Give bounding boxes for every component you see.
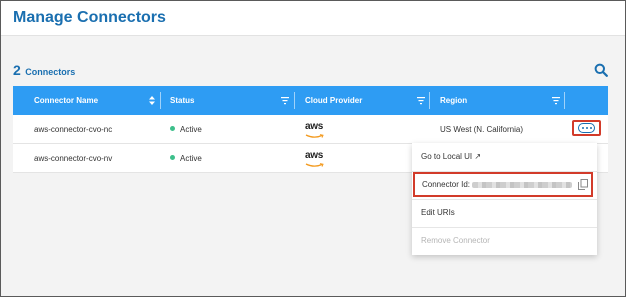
- table-row[interactable]: aws-connector-cvo-nc Active aws US West …: [13, 115, 608, 144]
- go-to-local-ui-item[interactable]: Go to Local UI ↗: [412, 143, 597, 171]
- edit-uris-item[interactable]: Edit URIs: [412, 199, 597, 227]
- page-title: Manage Connectors: [13, 9, 166, 26]
- status-cell: Active: [170, 144, 202, 173]
- copy-icon[interactable]: [578, 179, 588, 190]
- connector-name: aws-connector-cvo-nc: [34, 125, 113, 134]
- connector-name: aws-connector-cvo-nv: [34, 154, 113, 163]
- connector-count: 2 Connectors: [13, 62, 75, 80]
- connector-count-number: 2: [13, 62, 21, 78]
- connector-actions-menu: Go to Local UI ↗ Edit URIs Remove Connec…: [412, 143, 597, 255]
- sort-icon[interactable]: [148, 96, 156, 105]
- search-icon[interactable]: [594, 63, 608, 77]
- filter-icon[interactable]: [417, 96, 425, 105]
- header-connector-name[interactable]: Connector Name: [34, 86, 98, 115]
- aws-logo: aws: [305, 151, 327, 167]
- header-separator: [564, 92, 565, 109]
- more-options-icon: [578, 123, 595, 133]
- aws-smile-icon: [305, 163, 324, 167]
- header-status[interactable]: Status: [170, 86, 194, 115]
- connector-id-value-redacted: [472, 182, 572, 188]
- more-options-button[interactable]: [572, 120, 601, 136]
- connector-count-label: Connectors: [25, 67, 76, 77]
- status-active-icon: [170, 155, 175, 161]
- status-text: Active: [180, 125, 202, 134]
- provider-text: aws: [305, 121, 324, 132]
- remove-connector-item: Remove Connector: [421, 236, 490, 245]
- header-separator: [160, 92, 161, 109]
- filter-icon[interactable]: [552, 96, 560, 105]
- page-header: Manage Connectors: [1, 1, 625, 36]
- header-cloud-provider[interactable]: Cloud Provider: [305, 86, 362, 115]
- header-separator: [294, 92, 295, 109]
- table-header: Connector Name Status Cloud Provider Reg…: [13, 86, 608, 115]
- status-active-icon: [170, 126, 175, 132]
- filter-icon[interactable]: [281, 96, 289, 105]
- status-text: Active: [180, 154, 202, 163]
- header-region[interactable]: Region: [440, 86, 467, 115]
- provider-text: aws: [305, 150, 324, 161]
- header-separator: [429, 92, 430, 109]
- connector-id-label: Connector Id:: [422, 180, 471, 189]
- connector-id-item[interactable]: Connector Id:: [413, 172, 593, 197]
- region-cell: US West (N. California): [440, 125, 523, 134]
- status-cell: Active: [170, 115, 202, 144]
- aws-smile-icon: [305, 134, 324, 138]
- aws-logo: aws: [305, 122, 327, 138]
